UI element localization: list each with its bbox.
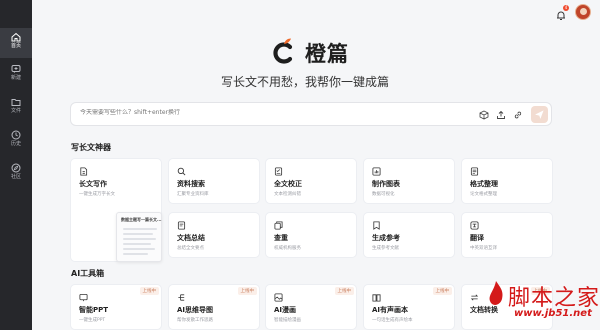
- folder-icon: [11, 99, 21, 106]
- tool-card-summary[interactable]: 文档总结 总结全文要点: [168, 212, 260, 258]
- card-title: AI有声画本: [372, 306, 409, 314]
- new-chat-icon: [11, 65, 21, 73]
- sidebar-item-label: 社区: [10, 174, 21, 180]
- brand-name: 橙篇: [305, 42, 349, 66]
- card-desc: 一键生成万字长文: [79, 192, 115, 197]
- notification-button[interactable]: 4: [556, 5, 569, 20]
- card-desc: 智能描绘漫画: [274, 318, 301, 323]
- card-title: 资料搜索: [177, 180, 205, 188]
- preview-title: 数据主题写一篇长文...: [121, 217, 162, 222]
- send-button[interactable]: [531, 106, 548, 123]
- sidebar-item-label: 历史: [10, 141, 21, 147]
- card-title: 长文写作: [79, 180, 107, 188]
- upload-icon[interactable]: [496, 110, 506, 120]
- ai-card-audiobook[interactable]: 上线中 AI有声画本 一句话生成有声绘本: [363, 284, 455, 330]
- home-icon: [11, 32, 21, 42]
- sidebar-item-label: 新建: [10, 75, 21, 81]
- card-desc: 一句话生成有声绘本: [372, 318, 413, 323]
- card-desc: 汇聚专业资料库: [177, 192, 209, 197]
- tool-card-duplicate-check[interactable]: 查重 权威机构服务: [265, 212, 357, 258]
- card-desc: 总结全文要点: [177, 246, 204, 251]
- card-title: 制作图表: [372, 180, 400, 188]
- avatar[interactable]: [575, 4, 591, 20]
- card-desc: 论文格式整理: [470, 192, 497, 197]
- watermark-url: www.jb51.net: [514, 308, 592, 319]
- sidebar-item-new[interactable]: 新建: [0, 60, 32, 90]
- tool-card-proofreading[interactable]: 全文校正 文本检测纠错: [265, 158, 357, 204]
- card-title: 生成参考: [372, 234, 400, 242]
- audiobook-icon: [372, 294, 381, 302]
- tagline: 写长文不用愁，我帮你一键成篇: [220, 75, 389, 89]
- ai-tools-title: AI工具箱: [71, 269, 105, 278]
- convert-icon: [470, 294, 479, 301]
- card-desc: 生成参考文献: [372, 246, 399, 251]
- community-icon: [11, 163, 21, 173]
- card-desc: 数据可视化: [372, 192, 395, 197]
- chart-icon: [372, 167, 381, 176]
- mindmap-icon: [178, 294, 185, 301]
- brand-logo: [273, 38, 293, 64]
- card-title: 查重: [274, 234, 288, 242]
- sidebar-item-files[interactable]: 文件: [0, 93, 32, 123]
- bell-icon: [557, 11, 565, 20]
- tool-card-make-chart[interactable]: 制作图表 数据可视化: [363, 158, 455, 204]
- link-icon[interactable]: [513, 110, 523, 120]
- tool-card-reference[interactable]: 生成参考 生成参考文献: [363, 212, 455, 258]
- card-desc: 中英双语互译: [470, 246, 497, 251]
- duplicate-check-icon: [274, 221, 283, 230]
- cube-icon[interactable]: [479, 110, 489, 120]
- checklist-icon: [274, 167, 283, 176]
- status-badge: 上线中: [432, 287, 452, 295]
- card-title: 文档总结: [177, 234, 205, 242]
- format-icon: [470, 167, 479, 176]
- send-icon: [535, 110, 544, 119]
- sidebar-item-history[interactable]: 历史: [0, 126, 32, 156]
- ppt-icon: [79, 293, 88, 302]
- card-desc: 文本检测纠错: [274, 192, 301, 197]
- status-badge: 上线中: [334, 287, 354, 295]
- sidebar-item-community[interactable]: 社区: [0, 159, 32, 189]
- long-writing-preview: 数据主题写一篇长文...: [116, 212, 162, 262]
- sidebar: 首页 新建 文件 历史 社区: [0, 0, 32, 330]
- card-title: 全文校正: [274, 180, 302, 188]
- search-icon: [177, 167, 186, 176]
- card-desc: 帮你发散工作思路: [177, 318, 213, 323]
- document-icon: [80, 167, 88, 176]
- reference-icon: [373, 221, 380, 230]
- sidebar-item-label: 文件: [10, 108, 21, 114]
- summary-icon: [177, 221, 186, 230]
- card-desc: 权威机构服务: [274, 246, 301, 251]
- translate-icon: [470, 221, 479, 230]
- status-badge: 上线中: [237, 287, 257, 295]
- notification-badge: 4: [563, 5, 569, 11]
- sidebar-item-label: 首页: [10, 43, 21, 49]
- watermark-logo: [489, 281, 503, 305]
- prompt-box: [70, 102, 552, 126]
- tool-card-translate[interactable]: 翻译 中英双语互译: [461, 212, 553, 258]
- sidebar-item-home[interactable]: 首页: [0, 28, 32, 58]
- prompt-input[interactable]: [80, 109, 460, 116]
- ai-card-smart-ppt[interactable]: 上线中 智能PPT 一键生成PPT: [70, 284, 162, 330]
- comic-icon: [274, 293, 283, 302]
- card-title: 智能PPT: [79, 306, 109, 314]
- status-badge: 上线中: [139, 287, 159, 295]
- writing-tools-title: 写长文神器: [71, 143, 111, 152]
- card-title: 格式整理: [470, 180, 498, 188]
- clock-icon: [11, 130, 21, 140]
- card-title: AI漫画: [274, 306, 297, 314]
- ai-card-comic[interactable]: 上线中 AI漫画 智能描绘漫画: [265, 284, 357, 330]
- card-desc: 一键生成PPT: [79, 318, 106, 323]
- tool-card-format[interactable]: 格式整理 论文格式整理: [461, 158, 553, 204]
- ai-card-mindmap[interactable]: 上线中 AI思维导图 帮你发散工作思路: [168, 284, 260, 330]
- card-title: AI思维导图: [177, 306, 214, 314]
- card-title: 翻译: [470, 234, 484, 242]
- tool-card-material-search[interactable]: 资料搜索 汇聚专业资料库: [168, 158, 260, 204]
